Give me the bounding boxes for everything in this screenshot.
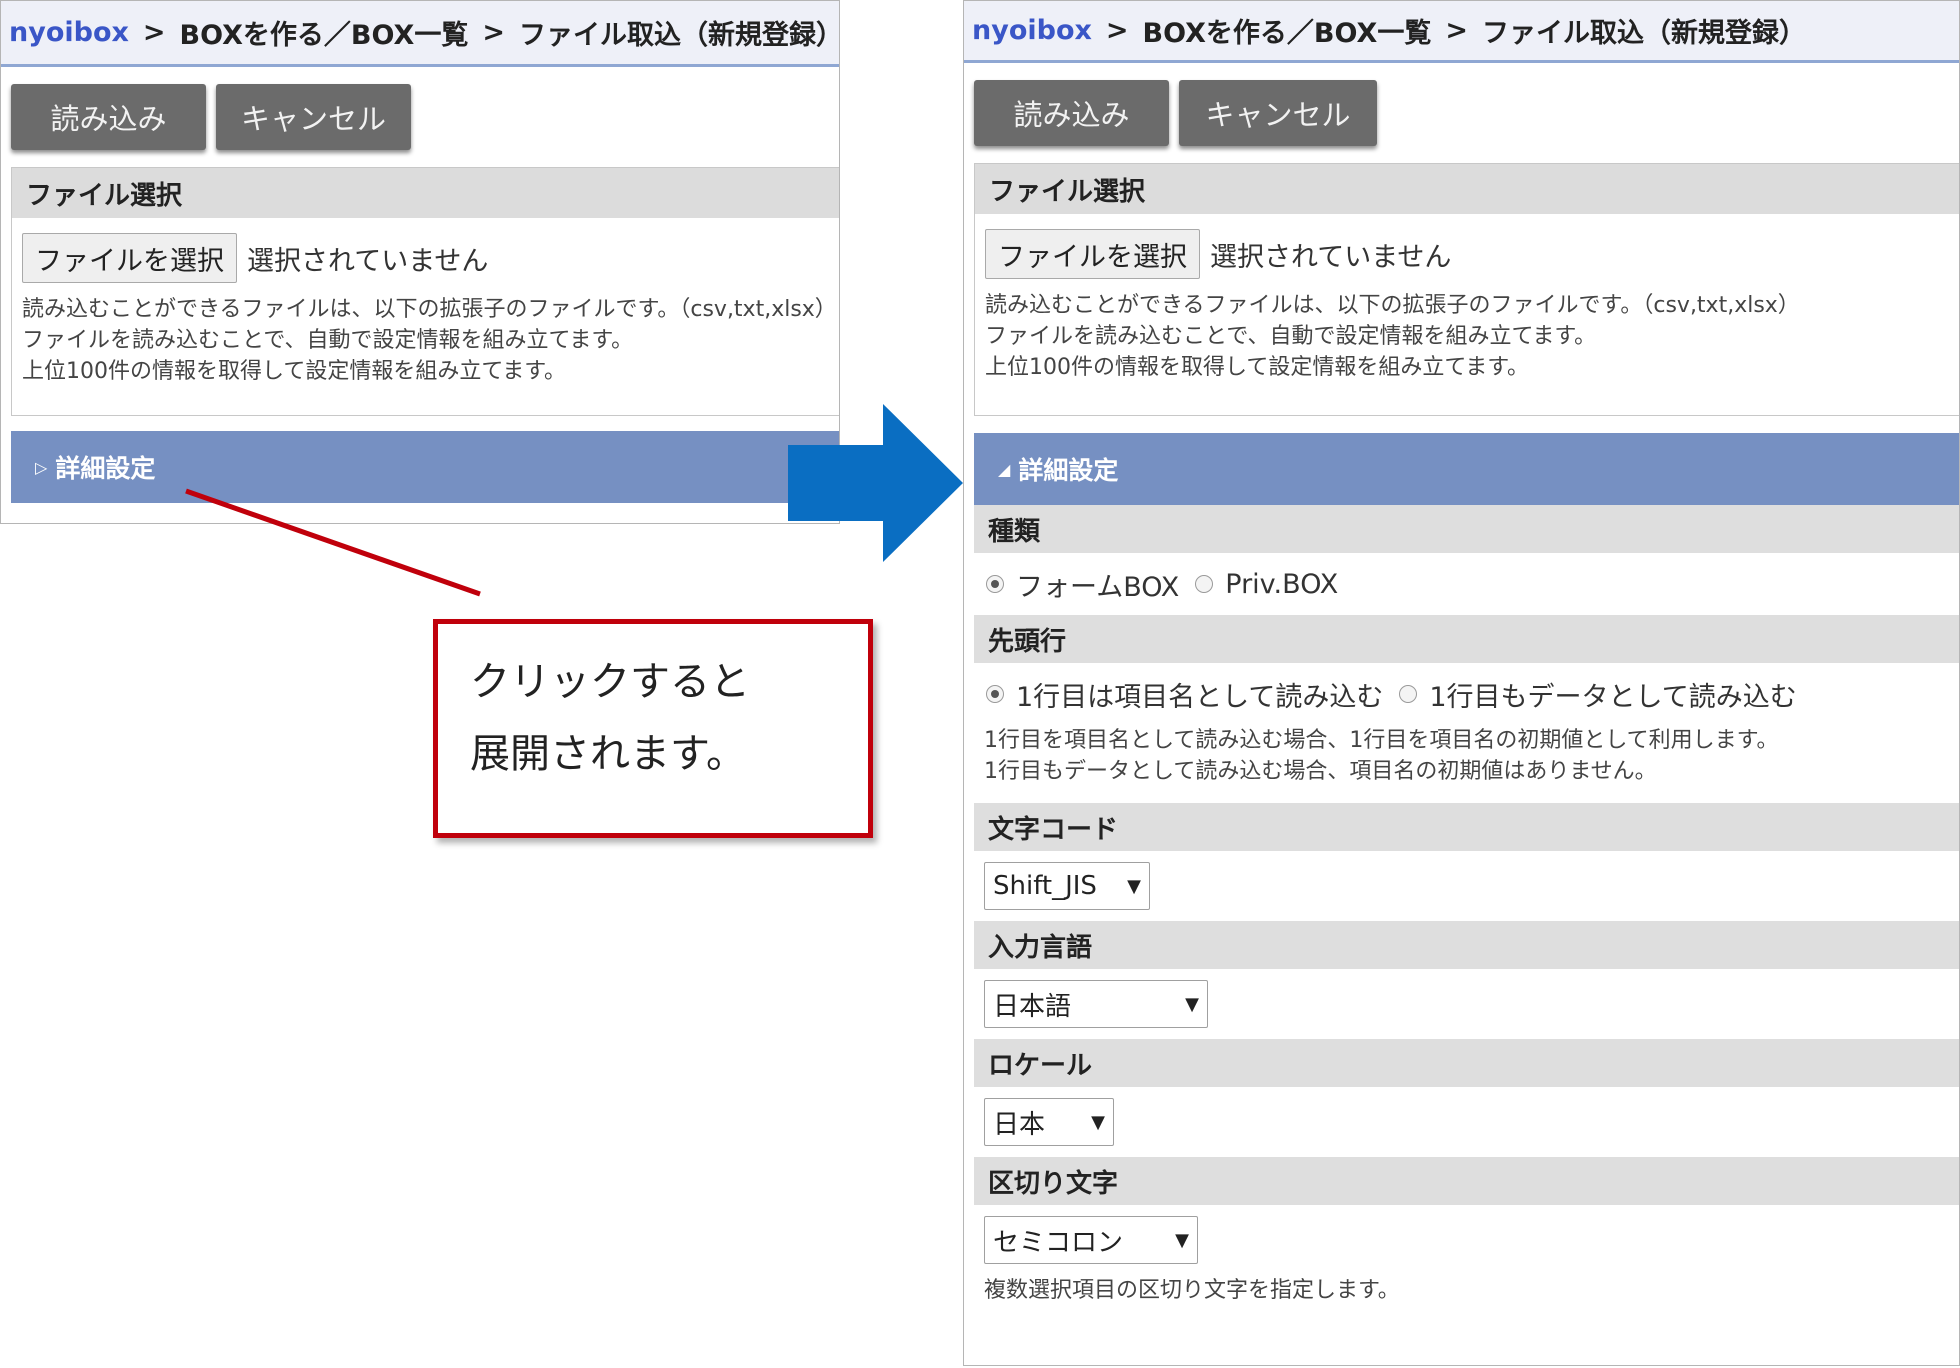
detail-settings-section: ◢ 詳細設定 種類 フォームBOX Priv.BOX 先頭行 1行目は項目名とし…: [974, 433, 1959, 1306]
breadcrumb-separator: >: [1105, 15, 1129, 46]
collapsed-form-panel: nyoibox > BOXを作る／BOX一覧 > ファイル取込（新規登録） 読み…: [0, 0, 840, 524]
delimiter-note: 複数選択項目の区切り文字を指定します。: [984, 1278, 1400, 1303]
detail-settings-toggle[interactable]: ▷ 詳細設定: [11, 431, 839, 503]
charset-select[interactable]: Shift_JIS ▼: [984, 862, 1150, 910]
load-button[interactable]: 読み込み: [11, 84, 206, 150]
charset-row: Shift_JIS ▼: [974, 851, 1959, 921]
breadcrumb: nyoibox > BOXを作る／BOX一覧 > ファイル取込（新規登録）: [1, 1, 839, 67]
load-button[interactable]: 読み込み: [974, 80, 1169, 146]
note-line: 1行目を項目名として読み込む場合、1行目を項目名の初期値として利用します。: [984, 728, 1779, 753]
select-value: 日本語: [993, 991, 1072, 1022]
file-desc-line: ファイルを読み込むことで、自動で設定情報を組み立てます。: [985, 324, 1597, 349]
expanded-form-panel: nyoibox > BOXを作る／BOX一覧 > ファイル取込（新規登録） 読み…: [963, 0, 1960, 1366]
detail-settings-toggle[interactable]: ◢ 詳細設定: [974, 433, 1959, 505]
file-select-heading: ファイル選択: [12, 168, 839, 218]
language-row: 日本語 ▼: [974, 969, 1959, 1039]
breadcrumb-home-link[interactable]: nyoibox: [972, 15, 1092, 46]
file-desc-line: 上位100件の情報を取得して設定情報を組み立てます。: [22, 359, 567, 384]
breadcrumb-box-list-link[interactable]: BOXを作る／BOX一覧: [180, 13, 469, 52]
file-status-text: 選択されていません: [247, 245, 489, 277]
breadcrumb-home-link[interactable]: nyoibox: [9, 17, 129, 48]
radio-label: Priv.BOX: [1225, 568, 1339, 600]
header-row-radio-group: 1行目は項目名として読み込む 1行目もデータとして読み込む: [974, 663, 1959, 725]
locale-heading: ロケール: [974, 1039, 1959, 1087]
radio-form-box[interactable]: [986, 575, 1004, 593]
chevron-down-icon: ▼: [1127, 875, 1141, 897]
choose-file-button[interactable]: ファイルを選択: [985, 229, 1200, 279]
header-row-heading: 先頭行: [974, 615, 1959, 663]
breadcrumb-box-list-link[interactable]: BOXを作る／BOX一覧: [1143, 11, 1432, 50]
breadcrumb: nyoibox > BOXを作る／BOX一覧 > ファイル取込（新規登録）: [964, 1, 1959, 63]
breadcrumb-current: ファイル取込（新規登録）: [518, 20, 840, 51]
file-select-heading: ファイル選択: [975, 164, 1959, 214]
callout-line: クリックすると: [470, 659, 750, 705]
file-input-row: ファイルを選択 選択されていません: [975, 214, 1959, 282]
radio-priv-box[interactable]: [1195, 575, 1214, 593]
chevron-down-icon: ▼: [1185, 993, 1199, 1015]
delimiter-select[interactable]: セミコロン ▼: [984, 1216, 1198, 1264]
triangle-icon: ◢: [998, 459, 1011, 479]
file-select-section: ファイル選択 ファイルを選択 選択されていません 読み込むことができるファイルは…: [11, 167, 839, 416]
right-arrow-icon: [788, 404, 963, 562]
note-line: 1行目もデータとして読み込む場合、項目名の初期値はありません。: [984, 759, 1657, 784]
file-status-text: 選択されていません: [1210, 241, 1452, 273]
file-desc-line: ファイルを読み込むことで、自動で設定情報を組み立てます。: [22, 328, 634, 353]
file-description: 読み込むことができるファイルは、以下の拡張子のファイルです。（csv,txt,x…: [12, 286, 839, 387]
kind-heading: 種類: [974, 505, 1959, 553]
locale-select[interactable]: 日本 ▼: [984, 1098, 1114, 1146]
header-row-note: 1行目を項目名として読み込む場合、1行目を項目名の初期値として利用します。 1行…: [974, 725, 1959, 803]
cancel-button[interactable]: キャンセル: [1179, 80, 1377, 146]
select-value: Shift_JIS: [993, 871, 1097, 901]
chevron-down-icon: ▼: [1091, 1111, 1105, 1133]
cancel-button[interactable]: キャンセル: [216, 84, 411, 150]
select-value: 日本: [993, 1109, 1046, 1140]
file-desc-line: 読み込むことができるファイルは、以下の拡張子のファイルです。（csv,txt,x…: [985, 293, 1800, 318]
charset-heading: 文字コード: [974, 803, 1959, 851]
callout-line: 展開されます。: [470, 731, 746, 777]
radio-label: 1行目は項目名として読み込む: [1016, 681, 1384, 713]
file-description: 読み込むことができるファイルは、以下の拡張子のファイルです。（csv,txt,x…: [975, 282, 1959, 383]
breadcrumb-separator: >: [1445, 15, 1468, 46]
annotation-callout: クリックすると 展開されます。: [433, 619, 873, 838]
breadcrumb-separator: >: [482, 17, 505, 48]
breadcrumb-current: ファイル取込（新規登録）: [1481, 18, 1806, 49]
language-heading: 入力言語: [974, 921, 1959, 969]
radio-label: 1行目もデータとして読み込む: [1429, 681, 1797, 713]
file-select-section: ファイル選択 ファイルを選択 選択されていません 読み込むことができるファイルは…: [974, 163, 1959, 416]
radio-header-as-names[interactable]: [986, 685, 1004, 703]
radio-label: フォームBOX: [1016, 571, 1180, 603]
breadcrumb-separator: >: [142, 17, 166, 48]
toolbar: 読み込み キャンセル: [1, 67, 839, 167]
file-desc-line: 読み込むことができるファイルは、以下の拡張子のファイルです。（csv,txt,x…: [22, 297, 837, 322]
toolbar: 読み込み キャンセル: [964, 63, 1959, 163]
delimiter-row: セミコロン ▼: [974, 1205, 1959, 1275]
file-desc-line: 上位100件の情報を取得して設定情報を組み立てます。: [985, 355, 1530, 380]
chevron-down-icon: ▼: [1175, 1229, 1189, 1251]
language-select[interactable]: 日本語 ▼: [984, 980, 1208, 1028]
delimiter-heading: 区切り文字: [974, 1157, 1959, 1205]
detail-settings-label: 詳細設定: [1018, 456, 1119, 485]
locale-row: 日本 ▼: [974, 1087, 1959, 1157]
select-value: セミコロン: [993, 1227, 1124, 1258]
file-input-row: ファイルを選択 選択されていません: [12, 218, 839, 286]
detail-settings-label: 詳細設定: [55, 454, 156, 483]
triangle-icon: ▷: [35, 457, 48, 477]
radio-header-as-data[interactable]: [1399, 685, 1418, 703]
kind-radio-group: フォームBOX Priv.BOX: [974, 553, 1959, 615]
choose-file-button[interactable]: ファイルを選択: [22, 233, 237, 283]
